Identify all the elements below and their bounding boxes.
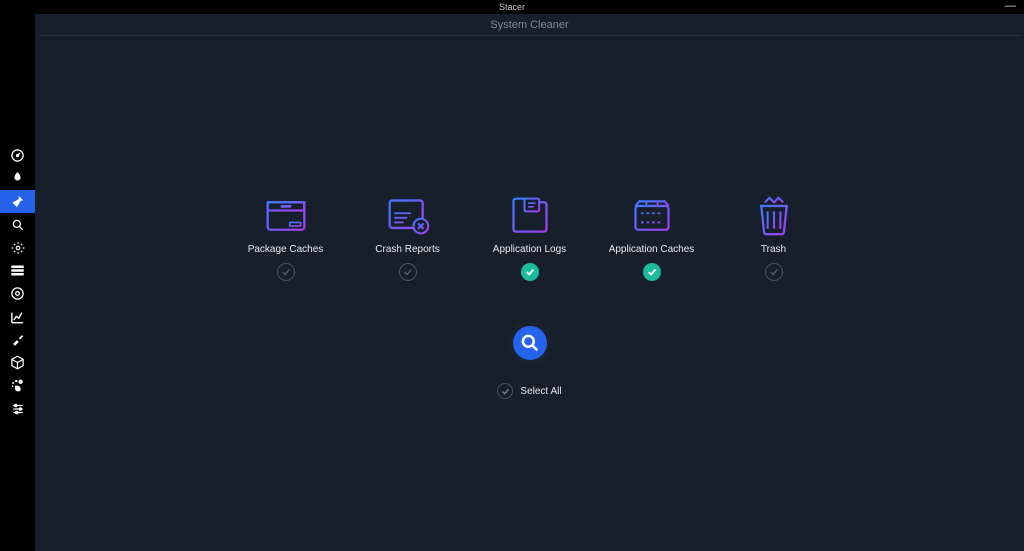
package-icon [10,355,25,370]
sidebar-item-gnome-settings[interactable] [0,374,35,397]
window-minimize-button[interactable]: — [1005,1,1016,12]
gauge-icon [10,148,25,163]
application-logs-icon [507,196,553,236]
sliders-icon [11,402,25,416]
stack-icon [10,264,25,277]
category-package-caches: Package Caches [243,196,329,281]
trash-icon [751,196,797,236]
sidebar-item-resources[interactable] [0,305,35,328]
sidebar-item-processes[interactable] [0,259,35,282]
category-application-logs: Application Logs [487,196,573,281]
cleaner-categories: Package Caches [243,196,817,281]
foot-icon [10,378,25,393]
category-label: Trash [761,244,786,255]
select-all-toggle[interactable]: Select All [497,383,561,399]
category-checkbox[interactable] [643,263,661,281]
sidebar-item-startup-apps[interactable] [0,167,35,190]
category-label: Application Logs [493,244,566,255]
category-label: Application Caches [609,244,695,255]
disc-icon [10,286,25,301]
main-panel: System Cleaner Package Caches [35,14,1024,551]
broom-icon [10,194,25,209]
window-title: Stacer [499,2,525,12]
category-checkbox[interactable] [765,263,783,281]
crash-reports-icon [385,196,431,236]
magnifier-icon [520,333,540,353]
window-titlebar: Stacer — [0,0,1024,14]
scan-button[interactable] [508,321,552,365]
category-label: Package Caches [248,244,324,255]
sidebar-item-system-cleaner[interactable] [0,190,35,213]
application-caches-icon [629,196,675,236]
sidebar [0,14,35,551]
cleaner-area: Package Caches [35,36,1024,551]
sidebar-item-settings[interactable] [0,397,35,420]
select-all-checkbox[interactable] [497,383,513,399]
tools-icon [10,332,25,347]
category-application-caches: Application Caches [609,196,695,281]
chart-icon [10,310,25,324]
sidebar-item-helpers[interactable] [0,328,35,351]
magnifier-icon [11,218,25,232]
sidebar-item-services[interactable] [0,236,35,259]
page-title: System Cleaner [39,14,1020,36]
rocket-icon [10,171,25,186]
sidebar-item-dashboard[interactable] [0,144,35,167]
gear-icon [11,241,25,255]
category-label: Crash Reports [375,244,439,255]
category-crash-reports: Crash Reports [365,196,451,281]
package-caches-icon [263,196,309,236]
sidebar-item-uninstaller[interactable] [0,282,35,305]
category-checkbox[interactable] [521,263,539,281]
sidebar-item-apt-repos[interactable] [0,351,35,374]
sidebar-item-search[interactable] [0,213,35,236]
select-all-label: Select All [520,386,561,397]
category-checkbox[interactable] [399,263,417,281]
category-checkbox[interactable] [277,263,295,281]
category-trash: Trash [731,196,817,281]
